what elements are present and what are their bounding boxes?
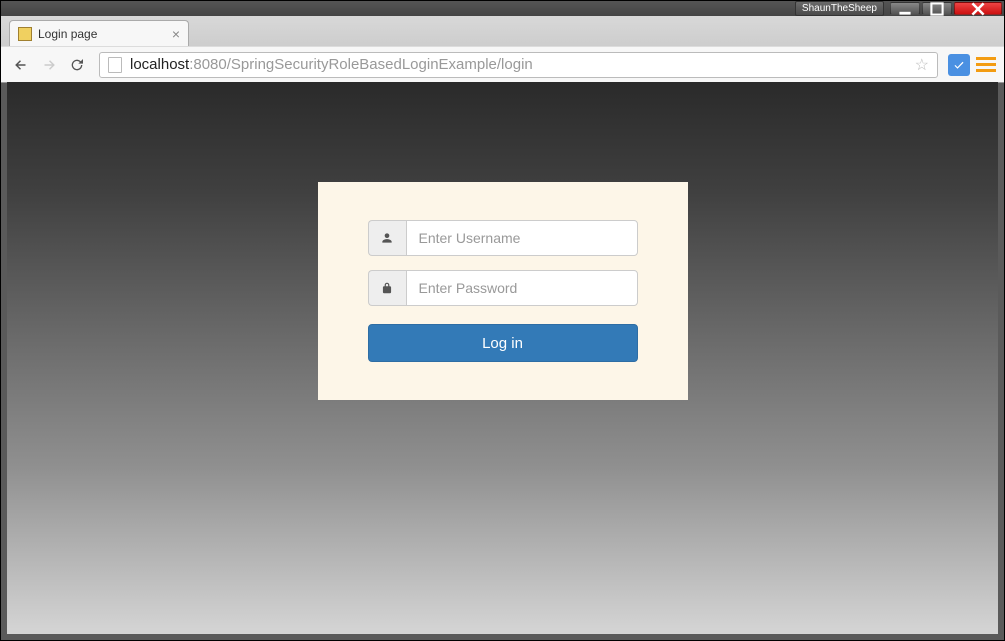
url-path: :8080/SpringSecurityRoleBasedLoginExampl…	[189, 56, 533, 73]
username-group	[368, 220, 638, 256]
password-group	[368, 270, 638, 306]
login-button[interactable]: Log in	[368, 324, 638, 362]
page-viewport: Log in	[7, 82, 998, 634]
back-button[interactable]	[9, 53, 33, 77]
browser-chrome: Login page × localhost:8080/SpringSecuri…	[1, 16, 1004, 83]
username-input[interactable]	[406, 220, 638, 256]
minimize-icon	[898, 2, 912, 16]
lock-icon	[368, 270, 406, 306]
menu-button[interactable]	[976, 57, 996, 72]
reload-icon	[69, 57, 85, 73]
maximize-icon	[930, 2, 944, 16]
titlebar: ShaunTheSheep	[1, 1, 1004, 16]
browser-tab[interactable]: Login page ×	[9, 20, 189, 46]
extension-button[interactable]	[948, 54, 970, 76]
close-icon	[971, 2, 985, 16]
page-icon	[108, 57, 122, 73]
window-maximize-button[interactable]	[922, 2, 952, 15]
window: ShaunTheSheep Login page ×	[0, 0, 1005, 641]
login-form: Log in	[318, 182, 688, 400]
tab-title: Login page	[38, 27, 97, 41]
url-bar[interactable]: localhost:8080/SpringSecurityRoleBasedLo…	[99, 52, 938, 78]
tab-strip: Login page ×	[1, 16, 1004, 46]
hamburger-icon	[976, 57, 996, 60]
window-close-button[interactable]	[954, 2, 1002, 15]
reload-button[interactable]	[65, 53, 89, 77]
user-badge: ShaunTheSheep	[795, 1, 884, 16]
tab-close-button[interactable]: ×	[172, 26, 180, 42]
arrow-right-icon	[40, 56, 58, 74]
password-input[interactable]	[406, 270, 638, 306]
favicon-icon	[18, 27, 32, 41]
bookmark-star-button[interactable]: ☆	[915, 55, 929, 75]
check-icon	[953, 59, 965, 71]
user-icon	[368, 220, 406, 256]
arrow-left-icon	[12, 56, 30, 74]
url-host: localhost	[130, 56, 189, 73]
browser-toolbar: localhost:8080/SpringSecurityRoleBasedLo…	[1, 46, 1004, 82]
window-minimize-button[interactable]	[890, 2, 920, 15]
forward-button[interactable]	[37, 53, 61, 77]
